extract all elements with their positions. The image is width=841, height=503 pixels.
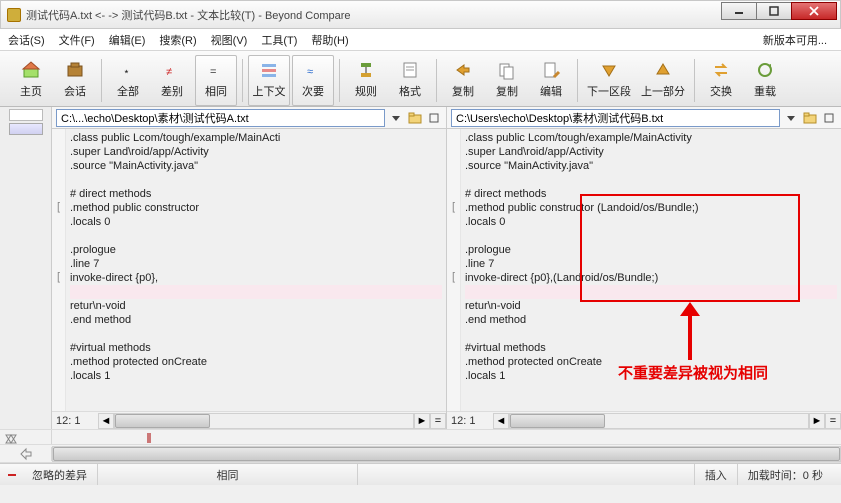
- menu-bar: 会话(S) 文件(F) 编辑(E) 搜索(R) 视图(V) 工具(T) 帮助(H…: [0, 29, 841, 51]
- menu-view[interactable]: 视图(V): [211, 32, 248, 48]
- left-code[interactable]: .class public Lcom/tough/example/MainAct…: [66, 129, 446, 411]
- diff-button[interactable]: ≠差别: [151, 55, 193, 106]
- right-margin: [[: [447, 129, 461, 411]
- close-button[interactable]: [791, 2, 837, 20]
- scroll-left-icon[interactable]: ◄: [98, 413, 114, 429]
- status-insert: 插入: [695, 464, 738, 485]
- all-button[interactable]: ⋆全部: [107, 55, 149, 106]
- scroll-thumb[interactable]: [115, 414, 210, 428]
- left-path-bar: [52, 107, 446, 129]
- right-scroll-track[interactable]: [509, 413, 809, 429]
- right-scroll: 12: 1 ◄ ► =: [447, 411, 841, 429]
- scroll-right-icon[interactable]: ►: [809, 413, 825, 429]
- status-ignore: 忽略的差异: [22, 464, 98, 485]
- update-link[interactable]: 新版本可用...: [763, 32, 827, 48]
- browse-icon[interactable]: [802, 110, 818, 126]
- overview-tab[interactable]: [9, 123, 43, 135]
- home-button[interactable]: 主页: [10, 55, 52, 106]
- left-path-input[interactable]: [56, 109, 385, 127]
- dropdown-icon[interactable]: [388, 110, 404, 126]
- svg-text:≠: ≠: [166, 66, 172, 78]
- format-button[interactable]: 格式: [389, 55, 431, 106]
- session-tab[interactable]: [9, 109, 43, 121]
- maximize-button[interactable]: [756, 2, 792, 20]
- menu-tools[interactable]: 工具(T): [261, 32, 297, 48]
- reload-button[interactable]: 重载: [744, 55, 786, 106]
- session-tabs-gutter: [0, 107, 52, 429]
- svg-text:⋆: ⋆: [123, 66, 130, 78]
- right-caret-pos: 12: 1: [447, 415, 493, 427]
- workspace: [[ .class public Lcom/tough/example/Main…: [0, 107, 841, 429]
- right-pane: [[ .class public Lcom/tough/example/Main…: [446, 107, 841, 429]
- menu-edit[interactable]: 编辑(E): [109, 32, 146, 48]
- scroll-left-icon[interactable]: ◄: [493, 413, 509, 429]
- left-scroll-track[interactable]: [114, 413, 414, 429]
- expand-icon[interactable]: [821, 110, 837, 126]
- scroll-extra-icon[interactable]: =: [825, 413, 841, 429]
- rules-button[interactable]: 规则: [345, 55, 387, 106]
- dropdown-icon[interactable]: [783, 110, 799, 126]
- right-path-bar: [447, 107, 841, 129]
- window-controls: [722, 2, 837, 20]
- minor-button[interactable]: ≈次要: [292, 55, 334, 106]
- same-button[interactable]: =相同: [195, 55, 237, 106]
- copy-right-button[interactable]: 复制: [486, 55, 528, 106]
- right-code[interactable]: .class public Lcom/tough/example/MainAct…: [461, 129, 841, 411]
- expand-icon[interactable]: [426, 110, 442, 126]
- overview-strip[interactable]: [0, 429, 841, 445]
- left-caret-pos: 12: 1: [52, 415, 98, 427]
- status-bar: 忽略的差异 相同 插入 加载时间：0 秒: [0, 463, 841, 485]
- next-section-button[interactable]: 下一区段: [583, 55, 635, 106]
- menu-help[interactable]: 帮助(H): [311, 32, 348, 48]
- svg-text:≈: ≈: [307, 66, 313, 78]
- app-icon: [7, 8, 21, 22]
- sessions-button[interactable]: 会话: [54, 55, 96, 106]
- left-scroll: 12: 1 ◄ ► =: [52, 411, 446, 429]
- menu-file[interactable]: 文件(F): [59, 32, 95, 48]
- svg-text:=: =: [210, 66, 216, 78]
- window-title: 测试代码A.txt <- -> 测试代码B.txt - 文本比较(T) - Be…: [26, 7, 840, 23]
- left-pane: [[ .class public Lcom/tough/example/Main…: [52, 107, 446, 429]
- status-diff-icon: [8, 474, 16, 476]
- scroll-right-icon[interactable]: ►: [414, 413, 430, 429]
- prev-section-button[interactable]: 上一部分: [637, 55, 689, 106]
- swap-button[interactable]: 交换: [700, 55, 742, 106]
- right-path-input[interactable]: [451, 109, 780, 127]
- scroll-thumb[interactable]: [510, 414, 605, 428]
- status-same: 相同: [98, 464, 358, 485]
- menu-search[interactable]: 搜索(R): [159, 32, 196, 48]
- scroll-extra-icon[interactable]: =: [430, 413, 446, 429]
- title-bar: 测试代码A.txt <- -> 测试代码B.txt - 文本比较(T) - Be…: [0, 0, 841, 29]
- overview-scroll[interactable]: [0, 445, 841, 463]
- context-button[interactable]: 上下文: [248, 55, 290, 106]
- toolbar: 主页 会话 ⋆全部 ≠差别 =相同 上下文 ≈次要 规则 格式 复制 复制 编辑…: [0, 51, 841, 107]
- menu-session[interactable]: 会话(S): [8, 32, 45, 48]
- minimize-button[interactable]: [721, 2, 757, 20]
- browse-icon[interactable]: [407, 110, 423, 126]
- left-margin: [[: [52, 129, 66, 411]
- edit-button[interactable]: 编辑: [530, 55, 572, 106]
- copy-left-button[interactable]: 复制: [442, 55, 484, 106]
- status-elapsed: 加载时间：0 秒: [738, 464, 833, 485]
